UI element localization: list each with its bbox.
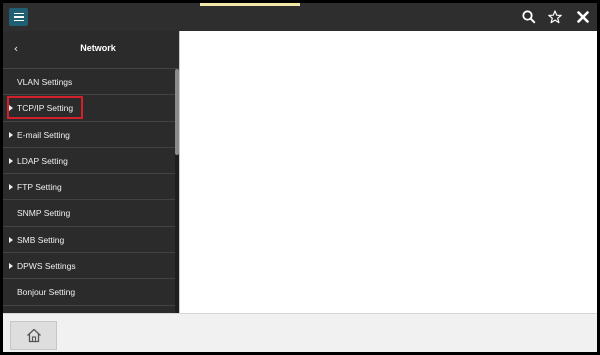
sidebar-item-bonjour[interactable]: Bonjour Setting	[3, 279, 175, 306]
search-icon[interactable]	[520, 8, 538, 26]
expand-arrow-icon	[9, 184, 13, 191]
sidebar-title: Network	[80, 43, 116, 53]
sidebar-item-tcpip[interactable]: TCP/IP Setting	[3, 95, 175, 122]
sidebar-item-label: SMB Setting	[17, 234, 65, 245]
sidebar-item-label: DPWS Settings	[17, 261, 76, 272]
sidebar-item-email[interactable]: E-mail Setting	[3, 122, 175, 148]
sidebar-item-label: E-mail Setting	[17, 129, 70, 140]
expand-arrow-icon	[9, 157, 13, 164]
home-icon	[26, 328, 41, 343]
expand-arrow-icon	[9, 263, 13, 270]
progress-indicator	[200, 3, 300, 6]
sidebar-item-dpws[interactable]: DPWS Settings	[3, 253, 175, 280]
menu-button[interactable]	[9, 8, 28, 26]
sidebar-item-label: SNMP Setting	[17, 208, 71, 219]
footer-bar	[3, 313, 597, 352]
sidebar-item-label: Bonjour Setting	[17, 287, 76, 298]
sidebar-item-label: VLAN Settings	[17, 77, 73, 87]
expand-arrow-icon	[9, 105, 13, 112]
screen-frame: ‹ Network VLAN Settings TCP/IP Setting E…	[0, 0, 600, 355]
sidebar-item-vlan[interactable]: VLAN Settings	[3, 69, 175, 96]
sidebar: ‹ Network VLAN Settings TCP/IP Setting E…	[3, 31, 179, 313]
sidebar-item-smb[interactable]: SMB Setting	[3, 227, 175, 254]
star-icon[interactable]	[546, 8, 564, 26]
home-button[interactable]	[10, 321, 57, 350]
top-bar	[3, 3, 597, 31]
sidebar-item-snmp[interactable]: SNMP Setting	[3, 200, 175, 227]
sidebar-header: ‹ Network	[3, 31, 179, 69]
sidebar-item-label: FTP Setting	[17, 182, 62, 193]
menu-icon	[13, 12, 24, 22]
expand-arrow-icon	[9, 131, 13, 138]
sidebar-list: VLAN Settings TCP/IP Setting E-mail Sett…	[3, 69, 175, 306]
expand-arrow-icon	[9, 236, 13, 243]
close-icon[interactable]	[574, 8, 592, 26]
content-pane	[179, 31, 597, 313]
selection-highlight	[7, 96, 83, 120]
sidebar-item-ftp[interactable]: FTP Setting	[3, 174, 175, 201]
sidebar-item-label: LDAP Setting	[17, 155, 68, 166]
sidebar-item-ldap[interactable]: LDAP Setting	[3, 148, 175, 175]
